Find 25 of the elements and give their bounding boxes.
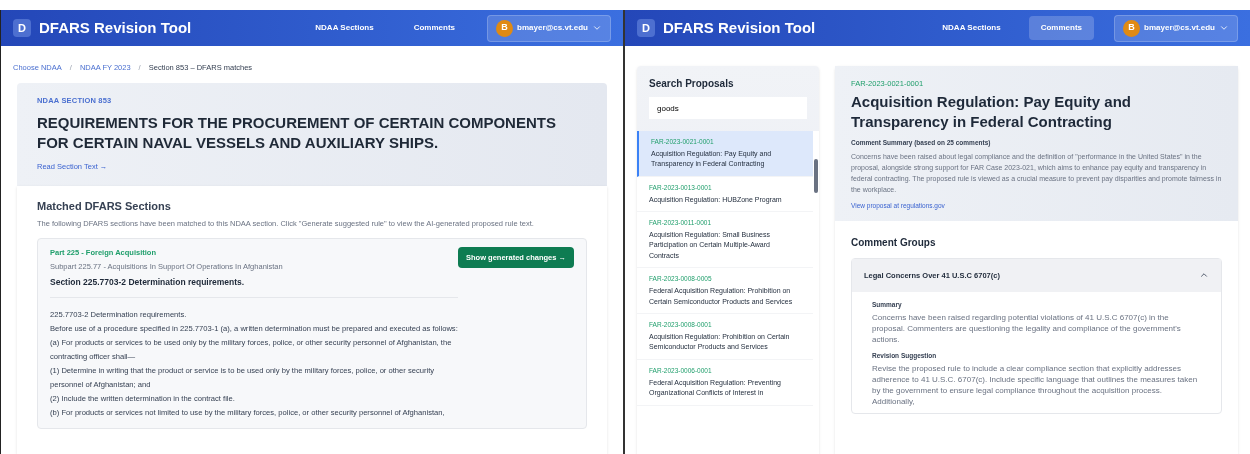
app-title: DFARS Revision Tool [39,17,192,38]
dfars-section-title: Section 225.7703-2 Determination requirements. [50,276,458,298]
app-title: DFARS Revision Tool [663,17,816,38]
group-section-text: Concerns have been raised regarding potential violations of 41 U.S.C 6707(c) in the proposal. Commenters are questioning the legality and compliance of the government's actions. [872,311,1182,345]
comment-groups-heading: Comment Groups [851,235,937,250]
chevron-down-icon [1219,23,1229,33]
nav-link[interactable]: Comments [401,16,468,40]
nav-link[interactable]: NDAA Sections [303,16,386,40]
app-logo: D [13,19,31,37]
chevron-down-icon [592,23,602,33]
matched-heading: Matched DFARS Sections [37,198,172,214]
nav-link[interactable]: NDAA Sections [930,16,1013,40]
nav-link[interactable]: Comments [1028,16,1095,40]
user-menu[interactable]: B bmayer@cs.vt.edu [487,14,611,42]
group-section-text: Revise the proposed rule to include a clear compliance section that explicitly addresses adherence to 41 U.S.C. 6707(c). Include specific language that outlines the measures taken by the government to ensure legal compliance throughout the acquisition process. Additionally, [872,362,1199,407]
section-title: REQUIREMENTS FOR THE PROCUREMENT OF CERTAIN COMPONENTS FOR CERTAIN NAVAL VESSELS AND AUXILIARY SHIPS. [37,112,557,153]
app-logo: D [637,19,655,37]
user-email: bmayer@cs.vt.edu [517,22,588,34]
search-field[interactable]: goods [649,97,807,119]
user-avatar: B [496,19,514,37]
user-avatar: B [1123,19,1141,37]
search-title: Search Proposals [648,77,735,91]
user-email: bmayer@cs.vt.edu [1144,22,1215,34]
user-menu[interactable]: B bmayer@cs.vt.edu [1114,14,1238,42]
proposal-heading: Acquisition Regulation: Pay Equity and Transparency in Federal Contracting [851,92,1133,133]
